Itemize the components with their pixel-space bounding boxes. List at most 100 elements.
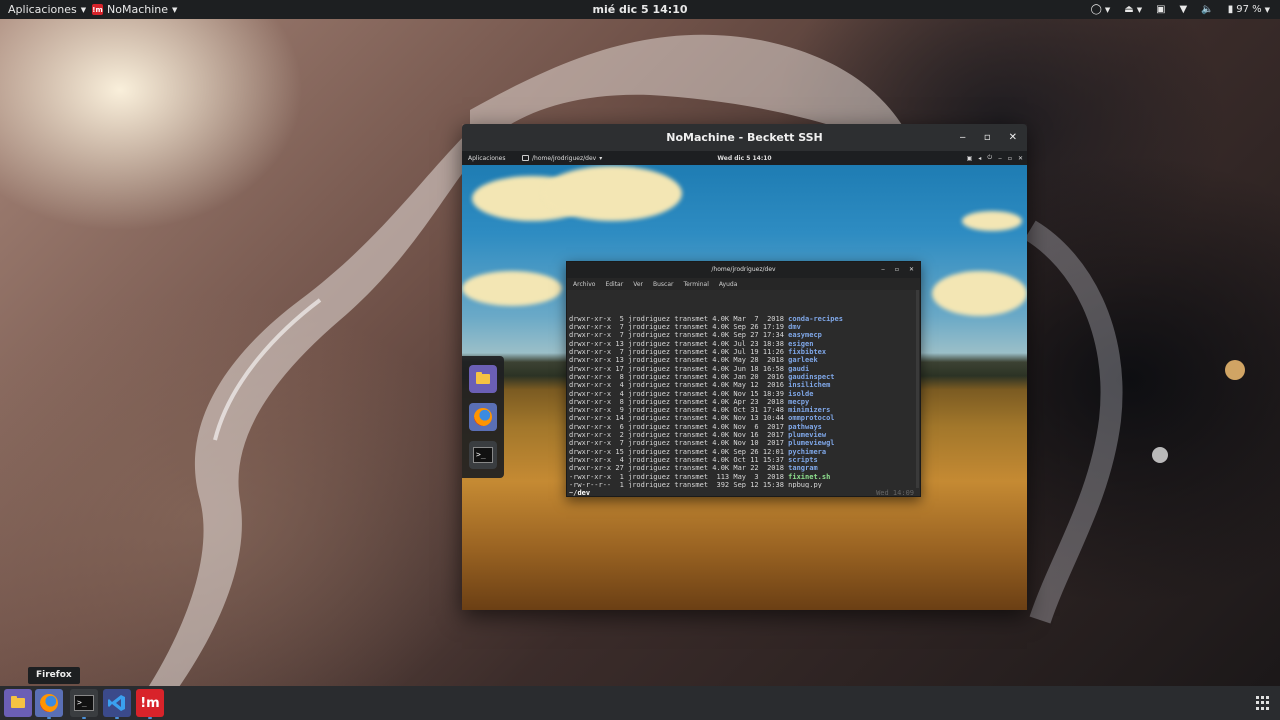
maximize-icon[interactable]: ▫	[984, 132, 991, 143]
file-meta: drwxr-xr-x 5 jrodriguez transmet 4.0K Ma…	[569, 314, 789, 323]
terminal-icon[interactable]: >_	[70, 689, 98, 719]
chevron-down-icon: ▼	[1264, 5, 1270, 14]
file-meta: drwxr-xr-x 13 jrodriguez transmet 4.0K J…	[569, 339, 789, 348]
terminal-line: drwxr-xr-x 7 jrodriguez transmet 4.0K No…	[569, 439, 918, 447]
file-name: plumeview	[788, 431, 827, 440]
file-name: tangram	[788, 464, 818, 473]
volume-icon[interactable]: 🔈	[1201, 4, 1213, 15]
menu-ayuda[interactable]: Ayuda	[719, 281, 738, 288]
applications-label: Aplicaciones	[8, 3, 77, 16]
file-meta: drwxr-xr-x 7 jrodriguez transmet 4.0K Se…	[569, 331, 789, 340]
applications-menu[interactable]: Aplicaciones ▼	[8, 0, 86, 19]
active-app-menu[interactable]: !m NoMachine ▼	[92, 0, 177, 19]
remote-path-menu[interactable]: /home/jrodriguez/dev ▾	[522, 155, 602, 162]
terminal-line: drwxr-xr-x 8 jrodriguez transmet 4.0K Ja…	[569, 373, 918, 381]
menu-archivo[interactable]: Archivo	[573, 281, 595, 288]
folder-icon[interactable]	[4, 689, 32, 717]
file-name: fixbibtex	[788, 348, 827, 357]
menu-editar[interactable]: Editar	[605, 281, 623, 288]
screen-icon[interactable]: ▣	[967, 155, 973, 162]
volume-icon[interactable]: ◂	[978, 155, 981, 162]
taskbar: >_ !m	[0, 686, 1280, 720]
file-meta: drwxr-xr-x 4 jrodriguez transmet 4.0K Oc…	[569, 455, 789, 464]
remote-desktop[interactable]: Aplicaciones /home/jrodriguez/dev ▾ Wed …	[462, 151, 1027, 610]
menu-ver[interactable]: Ver	[633, 281, 643, 288]
maximize-icon[interactable]: ▫	[895, 262, 899, 278]
clock: mié dic 5 14:10	[0, 3, 1280, 16]
top-bar: Aplicaciones ▼ !m NoMachine ▼ mié dic 5 …	[0, 0, 1280, 19]
prompt-dir: dev	[577, 489, 591, 497]
file-meta: drwxr-xr-x 17 jrodriguez transmet 4.0K J…	[569, 364, 789, 373]
remote-applications-menu[interactable]: Aplicaciones	[468, 155, 505, 162]
power-icon[interactable]: ⏻	[987, 154, 992, 162]
file-meta: drwxr-xr-x 2 jrodriguez transmet 4.0K No…	[569, 431, 789, 440]
terminal-prompt[interactable]: ~/dev Wed 14:09	[567, 488, 920, 498]
nomachine-icon[interactable]: !m	[136, 689, 164, 719]
file-meta: drwxr-xr-x 4 jrodriguez transmet 4.0K No…	[569, 389, 789, 398]
file-meta: -rw-r--r-- 1 jrodriguez transmet 392 Sep…	[569, 480, 789, 488]
terminal-line: drwxr-xr-x 15 jrodriguez transmet 4.0K S…	[569, 448, 918, 456]
file-meta: drwxr-xr-x 8 jrodriguez transmet 4.0K Ja…	[569, 372, 789, 381]
file-name: esigen	[788, 339, 814, 348]
file-meta: drwxr-xr-x 13 jrodriguez transmet 4.0K M…	[569, 356, 789, 365]
file-name: isolde	[788, 389, 814, 398]
terminal-line: -rw-r--r-- 1 jrodriguez transmet 392 Sep…	[569, 481, 918, 488]
file-name: minimizers	[788, 406, 831, 415]
minimize-icon[interactable]: ‒	[881, 262, 885, 278]
menu-buscar[interactable]: Buscar	[653, 281, 674, 288]
window-title: NoMachine - Beckett SSH	[666, 131, 823, 144]
close-icon[interactable]: ✕	[1018, 155, 1023, 162]
screen-icon[interactable]: ▣	[1156, 4, 1165, 15]
file-name: insilichem	[788, 381, 831, 390]
active-app-label: NoMachine	[107, 3, 169, 16]
wifi-icon[interactable]: ▼	[1180, 4, 1188, 15]
minimize-icon[interactable]: ‒	[998, 155, 1002, 162]
terminal-titlebar[interactable]: /home/jrodriguez/dev ‒ ▫ ✕	[567, 262, 920, 278]
terminal-menubar: Archivo Editar Ver Buscar Terminal Ayuda	[567, 278, 920, 290]
terminal-line: drwxr-xr-x 4 jrodriguez transmet 4.0K No…	[569, 390, 918, 398]
file-name: npbug.py	[788, 480, 822, 488]
terminal-icon	[522, 155, 529, 161]
menu-terminal[interactable]: Terminal	[684, 281, 709, 288]
terminal-output[interactable]: drwxr-xr-x 5 jrodriguez transmet 4.0K Ma…	[567, 290, 920, 488]
file-name: pathways	[788, 422, 822, 431]
terminal-line: drwxr-xr-x 4 jrodriguez transmet 4.0K Oc…	[569, 456, 918, 464]
close-icon[interactable]: ✕	[909, 262, 914, 278]
app-grid-icon[interactable]	[1256, 696, 1270, 710]
terminal-window[interactable]: /home/jrodriguez/dev ‒ ▫ ✕ Archivo Edita…	[566, 261, 921, 497]
terminal-scrollbar[interactable]	[916, 290, 919, 488]
clock-label[interactable]: mié dic 5 14:10	[592, 3, 687, 16]
file-meta: drwxr-xr-x 8 jrodriguez transmet 4.0K Ap…	[569, 397, 789, 406]
file-meta: -rwxr-xr-x 1 jrodriguez transmet 113 May…	[569, 472, 789, 481]
tooltip: Firefox	[28, 667, 80, 684]
maximize-icon[interactable]: ▫	[1008, 155, 1012, 162]
remote-path-label: /home/jrodriguez/dev	[532, 154, 597, 162]
eject-icon[interactable]: ⏏ ▼	[1124, 4, 1142, 15]
file-meta: drwxr-xr-x 7 jrodriguez transmet 4.0K Se…	[569, 323, 789, 332]
firefox-icon[interactable]	[35, 689, 63, 719]
system-tray: ◯ ▼ ⏏ ▼ ▣ ▼ 🔈 ▮ 97 % ▼	[1091, 4, 1270, 15]
file-meta: drwxr-xr-x 6 jrodriguez transmet 4.0K No…	[569, 422, 789, 431]
terminal-line: drwxr-xr-x 7 jrodriguez transmet 4.0K Se…	[569, 331, 918, 339]
window-titlebar[interactable]: NoMachine - Beckett SSH ‒ ▫ ✕	[462, 124, 1027, 151]
cloud	[962, 211, 1022, 231]
terminal-icon[interactable]: >_	[469, 441, 497, 469]
status-circle-icon[interactable]: ◯ ▼	[1091, 4, 1111, 15]
file-name: fixinet.sh	[788, 472, 831, 481]
terminal-line: drwxr-xr-x 2 jrodriguez transmet 4.0K No…	[569, 431, 918, 439]
terminal-line: drwxr-xr-x 13 jrodriguez transmet 4.0K M…	[569, 356, 918, 364]
folder-icon[interactable]	[469, 365, 497, 393]
vscode-icon[interactable]	[103, 689, 131, 719]
minimize-icon[interactable]: ‒	[959, 132, 965, 143]
file-meta: drwxr-xr-x 27 jrodriguez transmet 4.0K M…	[569, 464, 789, 473]
file-name: gaudinspect	[788, 372, 835, 381]
remote-dock: >_	[462, 356, 504, 478]
close-icon[interactable]: ✕	[1009, 132, 1017, 143]
firefox-icon[interactable]	[469, 403, 497, 431]
battery-indicator[interactable]: ▮ 97 % ▼	[1228, 4, 1270, 15]
chevron-down-icon: ▼	[80, 5, 87, 14]
terminal-line: drwxr-xr-x 27 jrodriguez transmet 4.0K M…	[569, 464, 918, 472]
file-name: gaudi	[788, 364, 810, 373]
nomachine-window[interactable]: NoMachine - Beckett SSH ‒ ▫ ✕ Aplicacion…	[462, 124, 1027, 610]
file-meta: drwxr-xr-x 7 jrodriguez transmet 4.0K No…	[569, 439, 789, 448]
